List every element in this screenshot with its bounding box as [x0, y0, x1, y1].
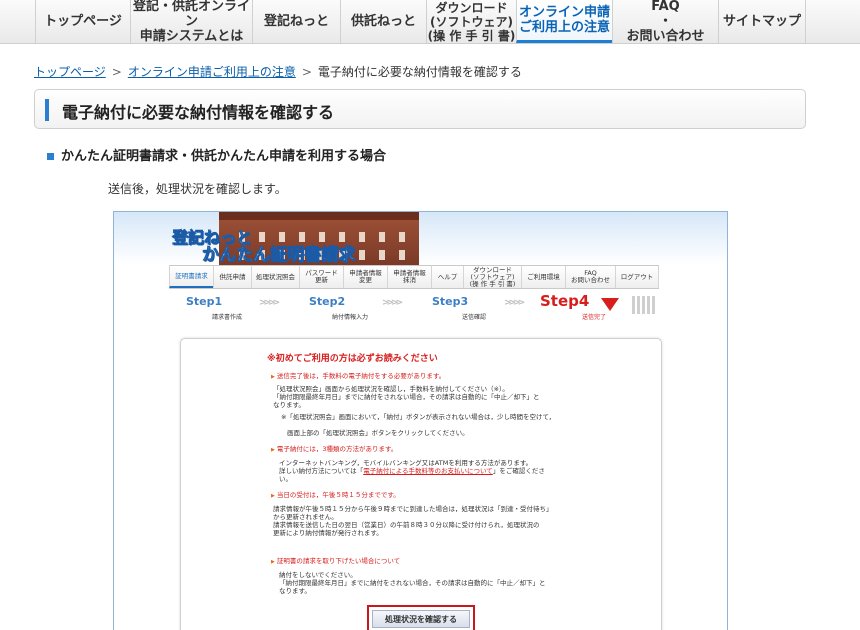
screenshot-nav-item: ご利用環境 — [521, 266, 565, 288]
step-label: Step2 — [309, 295, 346, 308]
screenshot-nav-item: ヘルプ — [431, 266, 463, 288]
nav-online-notes[interactable]: オンライン申請 ご利用上の注意 — [516, 0, 612, 43]
breadcrumb-link-online-notes[interactable]: オンライン申請ご利用上の注意 — [128, 65, 296, 79]
notice-paragraph: 詳しい納付方法については「電子納付による手数料等のお支払いについて」をご確認くだ… — [279, 467, 545, 483]
title-accent-bar — [45, 99, 49, 121]
section-heading-text: かんたん証明書請求・供託かんたん申請を利用する場合 — [61, 149, 387, 164]
breadcrumb-link-top[interactable]: トップページ — [34, 65, 106, 79]
step-sub-label: 請求書作成 — [212, 314, 243, 321]
example-screenshot: 登記ねっと かんたん証明書請求 証明書請求 供託申請 処理状況照会 パスワード … — [113, 211, 728, 630]
step-sub-label: 送信確認 — [462, 314, 487, 321]
intro-text: 送信後，処理状況を確認します。 — [108, 182, 287, 196]
breadcrumb-separator: > — [301, 65, 312, 79]
notice-paragraph: インターネットバンキング，モバイルバンキング又はATMを利用する方法があります。 — [279, 459, 533, 467]
breadcrumb-current: 電子納付に必要な納付情報を確認する — [317, 65, 522, 79]
step-arrow-icon: >>>> — [259, 298, 280, 308]
step-label: Step1 — [186, 295, 223, 308]
nav-faq-contact[interactable]: FAQ ・ お問い合わせ — [612, 0, 718, 44]
notice-paragraph: ※「処理状況照会」画面において，「納付」ボタンが表示されない場合は，少し時間を空… — [281, 413, 556, 421]
step-indicator: Step1 請求書作成 >>>> Step2 納付情報入力 >>>> Step3… — [114, 292, 727, 324]
notice-paragraph: 納付をしないでください。 「納付期限最終年月日」までに納付をされない場合，その請… — [279, 571, 546, 595]
nav-top-page[interactable]: トップページ — [35, 0, 130, 43]
nav-download[interactable]: ダウンロード (ソフトウェア) (操 作 手 引 書) — [426, 0, 516, 43]
current-step-arrow-icon — [601, 298, 619, 311]
breadcrumb-separator: > — [111, 65, 122, 79]
global-nav: トップページ 登記・供託オンライン 申請システムとは 登記ねっと 供託ねっと ダ… — [0, 0, 860, 44]
check-status-button: 処理状況を確認する — [372, 610, 470, 628]
screenshot-nav-item: 申請者情報 変更 — [343, 266, 387, 288]
screenshot-nav-item: 処理状況照会 — [251, 266, 299, 288]
check-status-button-highlight: 処理状況を確認する — [367, 605, 475, 630]
square-bullet-icon — [47, 153, 54, 160]
notice-paragraph: 請求情報が午後５時１５分から午後９時までに到達した場合は，処理状況は「到達・受付… — [273, 505, 553, 537]
step-arrow-icon: >>>> — [504, 298, 525, 308]
notice-heading: 当日の受付は，午後５時１５分までです。 — [271, 491, 400, 500]
notice-box: ※初めてご利用の方は必ずお読みください 送信完了後は，手数料の電子納付をする必要… — [180, 338, 662, 630]
step-sub-label: 納付情報入力 — [332, 314, 369, 321]
notice-heading: 証明書の請求を取り下げたい場合について — [271, 557, 400, 566]
screenshot-nav-item: ログアウト — [615, 266, 659, 288]
page-title: 電子納付に必要な納付情報を確認する — [62, 103, 335, 122]
notice-heading: 送信完了後は，手数料の電子納付をする必要があります。 — [271, 372, 445, 381]
step-label-current: Step4 — [540, 292, 590, 310]
page-title-box: 電子納付に必要な納付情報を確認する — [34, 89, 806, 129]
screenshot-nav-item: ダウンロード (ソフトウェア) (操 作 手 引 書) — [463, 266, 521, 288]
nav-about-system[interactable]: 登記・供託オンライン 申請システムとは — [130, 0, 252, 44]
nav-sitemap[interactable]: サイトマップ — [718, 0, 806, 43]
notice-heading: 電子納付には，3種類の方法があります。 — [271, 445, 398, 454]
section-heading: かんたん証明書請求・供託かんたん申請を利用する場合 — [47, 145, 386, 164]
nav-kyotaku-net[interactable]: 供託ねっと — [340, 0, 426, 43]
screenshot-nav-item: 証明書請求 — [169, 266, 213, 288]
step-label: Step3 — [432, 295, 469, 308]
notice-paragraph: 「処理状況照会」画面から処理状況を確認し，手数料を納付してください（※）。 「納… — [273, 385, 540, 409]
screenshot-header: 登記ねっと かんたん証明書請求 — [114, 212, 727, 266]
breadcrumb: トップページ > オンライン申請ご利用上の注意 > 電子納付に必要な納付情報を確認する — [34, 63, 522, 80]
notice-paragraph: 画面上部の「処理状況照会」ボタンをクリックしてください。 — [287, 429, 469, 437]
screenshot-logo-line2: かんたん証明書請求 — [202, 245, 356, 266]
notice-title: ※初めてご利用の方は必ずお読みください — [267, 354, 438, 364]
step-arrow-icon: >>>> — [382, 298, 403, 308]
screenshot-nav-item: 供託申請 — [213, 266, 251, 288]
step-sub-label-current: 送信完了 — [582, 314, 607, 321]
screenshot-nav-item: 申請者情報 抹消 — [387, 266, 431, 288]
screenshot-nav-item: パスワード 更新 — [299, 266, 343, 288]
nav-touki-net[interactable]: 登記ねっと — [252, 0, 340, 43]
payment-method-link: 電子納付による手数料等のお支払いについて — [363, 467, 493, 475]
screenshot-nav-item: FAQ お問い合わせ — [565, 266, 615, 288]
screenshot-nav: 証明書請求 供託申請 処理状況照会 パスワード 更新 申請者情報 変更 申請者情… — [169, 265, 659, 289]
